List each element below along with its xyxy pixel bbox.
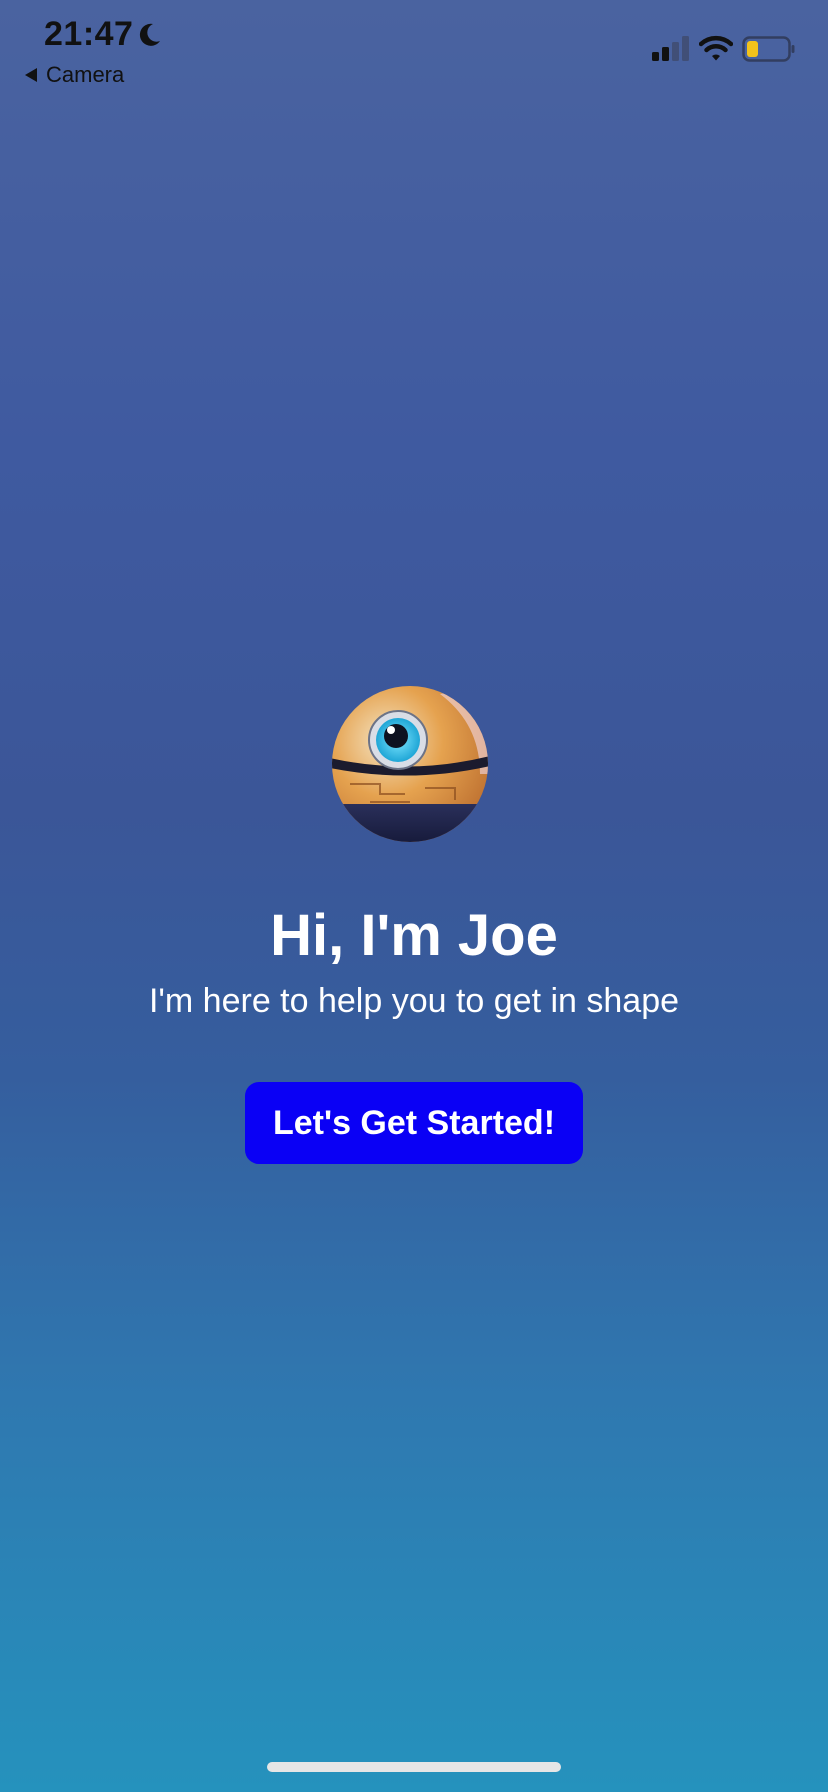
welcome-subtitle: I'm here to help you to get in shape	[148, 982, 680, 1020]
back-to-camera-link[interactable]: Camera	[24, 62, 124, 88]
cellular-signal-icon	[652, 36, 689, 61]
back-link-label: Camera	[46, 62, 125, 87]
back-arrow-icon	[25, 68, 37, 82]
status-time: 21:47	[44, 15, 134, 53]
home-indicator[interactable]	[267, 1762, 561, 1772]
welcome-headline: Hi, I'm Joe	[270, 903, 558, 968]
moon-icon	[139, 23, 160, 46]
status-bar: 21:47 Camera	[0, 0, 828, 100]
robot-mascot-image	[332, 686, 488, 842]
battery-icon	[742, 36, 795, 62]
get-started-button[interactable]: Let's Get Started!	[245, 1082, 583, 1164]
wifi-icon	[699, 35, 733, 61]
